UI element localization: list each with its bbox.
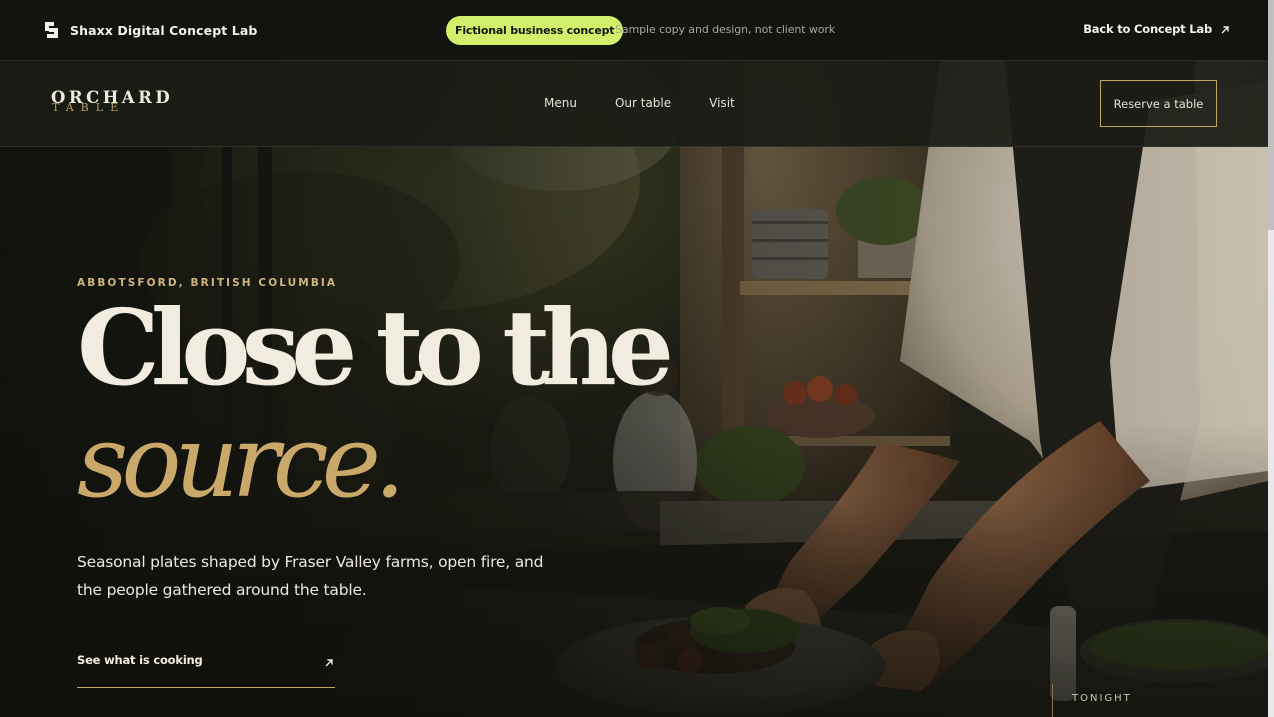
- cta-label: See what is cooking: [77, 653, 203, 667]
- arrow-up-right-icon: [324, 655, 334, 667]
- concept-lab-home-link[interactable]: Shaxx Digital Concept Lab: [44, 21, 257, 39]
- nav-link-visit[interactable]: Visit: [709, 96, 735, 110]
- hero-lede: Seasonal plates shaped by Fraser Valley …: [77, 553, 544, 599]
- reserve-table-button[interactable]: Reserve a table: [1100, 80, 1217, 127]
- tonight-label: TONIGHT: [1072, 693, 1132, 704]
- lab-name: Shaxx Digital Concept Lab: [70, 22, 258, 38]
- back-link-label: Back to Concept Lab: [1083, 22, 1212, 36]
- arrow-up-right-icon: [1220, 24, 1230, 34]
- scrollbar-thumb[interactable]: [1268, 0, 1274, 230]
- see-what-is-cooking-link[interactable]: See what is cooking: [77, 648, 335, 688]
- concept-badge: Fictional business concept: [446, 16, 624, 45]
- orchard-table-logo[interactable]: ORCHARD TABLE: [51, 89, 173, 112]
- nav-link-menu[interactable]: Menu: [544, 96, 577, 110]
- page-scrollbar[interactable]: [1268, 0, 1274, 717]
- lab-logo-icon: [44, 21, 61, 39]
- concept-disclaimer: Sample copy and design, not client work: [615, 23, 836, 36]
- back-to-concept-lab-link[interactable]: Back to Concept Lab: [1083, 22, 1230, 36]
- nav-links: Menu Our table Visit: [544, 96, 735, 110]
- site-nav: ORCHARD TABLE Menu Our table Visit Reser…: [0, 61, 1268, 147]
- nav-link-our-table[interactable]: Our table: [615, 96, 671, 110]
- concept-bar: Shaxx Digital Concept Lab Fictional busi…: [0, 0, 1274, 61]
- tonight-panel: TONIGHT: [1052, 684, 1268, 717]
- hero-headline-line-1: Close to the: [77, 286, 674, 409]
- hero-headline-line-2: source.: [77, 403, 406, 520]
